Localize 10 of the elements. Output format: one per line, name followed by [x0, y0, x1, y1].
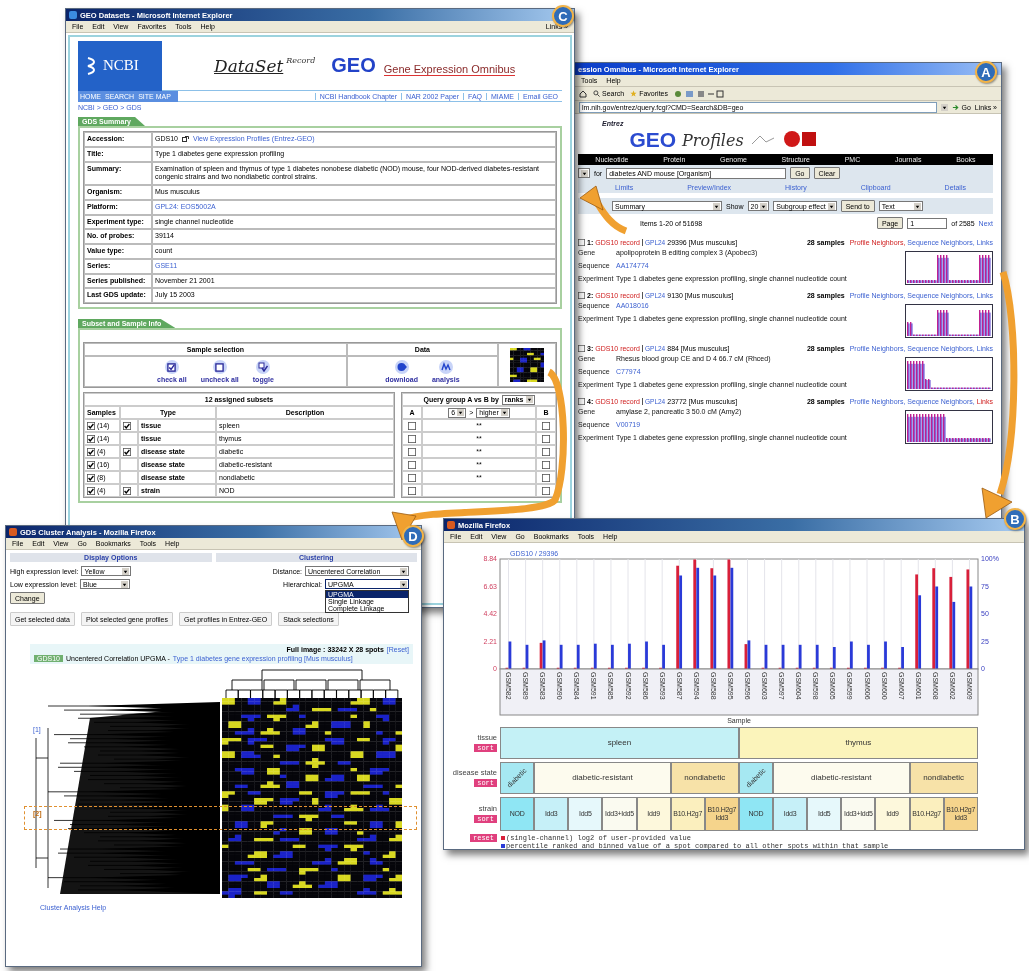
annotation-segment: thymus: [738, 727, 978, 759]
annotation-segment: spleen: [500, 727, 739, 759]
annotation-segment: diabetic-resistant: [773, 762, 910, 794]
panel-label: B: [1004, 508, 1026, 530]
panel-label: A: [975, 61, 997, 83]
geo-name: Gene Expression Omnibus: [383, 63, 516, 76]
geo-logo: GEO: [331, 54, 376, 77]
annotation-segment: nondiabetic: [670, 762, 739, 794]
annotation-segment: diabetic-resistant: [534, 762, 671, 794]
annotation-segment: nondiabetic: [909, 762, 978, 794]
